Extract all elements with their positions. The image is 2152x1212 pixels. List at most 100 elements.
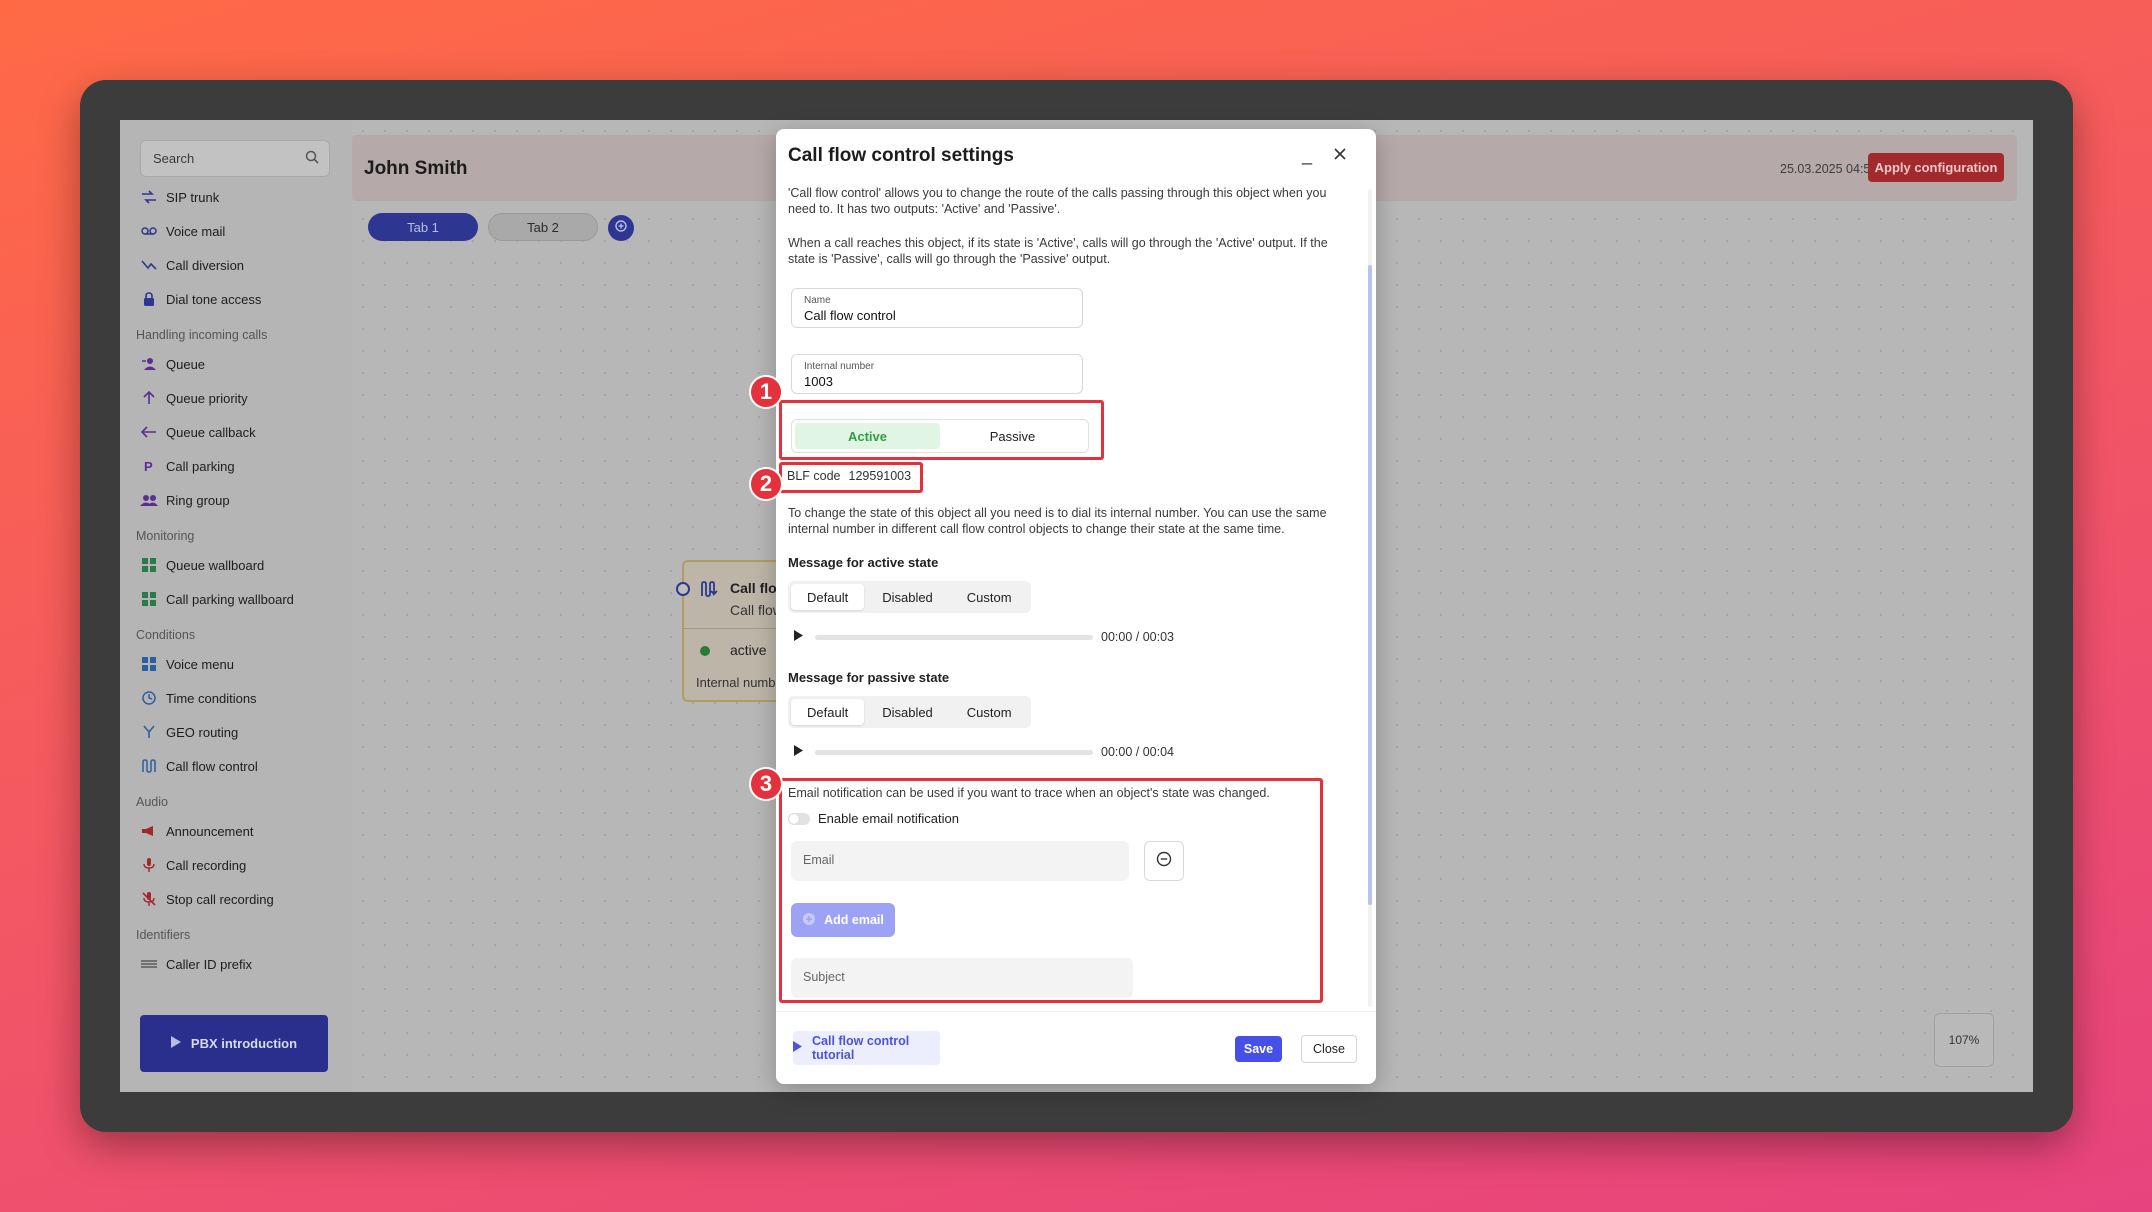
geo-routing-icon bbox=[136, 725, 162, 739]
node-status: active bbox=[730, 642, 767, 658]
sidebar-item[interactable]: Queue bbox=[136, 347, 346, 381]
node-input-port[interactable] bbox=[676, 582, 690, 596]
sidebar-item-label: Voice mail bbox=[166, 223, 226, 239]
play-icon bbox=[793, 1041, 802, 1055]
minimize-button[interactable]: _ bbox=[1302, 145, 1312, 166]
annotation-badge-3: 3 bbox=[749, 767, 783, 801]
queue-icon bbox=[136, 357, 162, 371]
state-active-option[interactable]: Active bbox=[795, 423, 940, 449]
sidebar-item[interactable]: P Call parking bbox=[136, 449, 346, 483]
sidebar-item[interactable]: Dial tone access bbox=[136, 282, 346, 316]
intro-text-1: 'Call flow control' allows you to change… bbox=[788, 186, 1327, 216]
add-tab-button[interactable] bbox=[608, 215, 634, 241]
email-notification-switch[interactable] bbox=[788, 812, 810, 825]
tab-1[interactable]: Tab 1 bbox=[368, 213, 478, 241]
blf-code: BLF code 129591003 bbox=[787, 469, 911, 483]
internal-number-label: Internal number bbox=[804, 361, 875, 372]
add-email-label: Add email bbox=[824, 913, 884, 927]
sidebar-item[interactable]: Voice menu bbox=[136, 647, 346, 681]
apply-configuration-button[interactable]: Apply configuration bbox=[1868, 153, 2004, 182]
zoom-level[interactable]: 107% bbox=[1934, 1013, 1994, 1067]
ring-group-icon bbox=[136, 494, 162, 506]
sidebar-item[interactable]: Stop call recording bbox=[136, 882, 346, 916]
close-icon[interactable] bbox=[1334, 147, 1346, 165]
save-button[interactable]: Save bbox=[1235, 1036, 1282, 1062]
play-icon bbox=[170, 1036, 181, 1051]
passive-audio-progress[interactable] bbox=[815, 749, 1093, 755]
microphone-off-icon bbox=[136, 892, 162, 906]
search-icon bbox=[305, 150, 319, 167]
passive-message-default[interactable]: Default bbox=[791, 699, 865, 725]
state-passive-option[interactable]: Passive bbox=[940, 423, 1085, 449]
call-diversion-icon bbox=[136, 259, 162, 271]
sidebar-item[interactable]: Queue callback bbox=[136, 415, 346, 449]
sidebar-item[interactable]: Caller ID prefix bbox=[136, 947, 346, 981]
sidebar-section-heading: Identifiers bbox=[136, 928, 191, 942]
sidebar-item[interactable]: Voice mail bbox=[136, 214, 346, 248]
sidebar-item-label: SIP trunk bbox=[166, 189, 220, 205]
tab-2[interactable]: Tab 2 bbox=[488, 213, 598, 241]
intro-text-2: When a call reaches this object, if its … bbox=[788, 236, 1328, 266]
active-message-custom[interactable]: Custom bbox=[951, 584, 1028, 610]
add-email-button[interactable]: Add email bbox=[791, 903, 895, 937]
sidebar-item[interactable]: Call flow control bbox=[136, 749, 346, 783]
sidebar-item-label: Queue callback bbox=[166, 424, 256, 440]
sidebar-section-heading: Conditions bbox=[136, 628, 196, 642]
arrow-up-icon bbox=[136, 391, 162, 405]
active-audio-progress[interactable] bbox=[815, 634, 1093, 640]
remove-email-button[interactable] bbox=[1144, 841, 1184, 881]
sidebar-section-heading: Handling incoming calls bbox=[136, 328, 268, 342]
sidebar-item[interactable]: Call recording bbox=[136, 848, 346, 882]
status-dot-icon bbox=[700, 646, 710, 656]
sidebar-item-label: Call parking bbox=[166, 458, 235, 474]
sidebar-item[interactable]: Announcement bbox=[136, 814, 346, 848]
sidebar-item[interactable]: DTMF prefix bbox=[136, 981, 346, 990]
sidebar-item[interactable]: Queue wallboard bbox=[136, 548, 346, 582]
sidebar-item-label: Stop call recording bbox=[166, 891, 274, 907]
sidebar-item-label: Call parking wallboard bbox=[166, 591, 294, 607]
play-icon[interactable] bbox=[794, 743, 803, 761]
name-field-value: Call flow control bbox=[804, 308, 896, 323]
active-audio-time: 00:00 / 00:03 bbox=[1101, 630, 1174, 644]
sidebar-item-label: Call recording bbox=[166, 857, 247, 873]
passive-audio-player: 00:00 / 00:04 bbox=[794, 742, 1174, 762]
email-toggle-row[interactable]: Enable email notification bbox=[788, 811, 959, 826]
plus-icon bbox=[615, 219, 627, 237]
wallboard-icon bbox=[136, 558, 162, 572]
sidebar-item[interactable]: Call parking wallboard bbox=[136, 582, 346, 616]
active-message-disabled[interactable]: Disabled bbox=[866, 584, 949, 610]
passive-message-custom[interactable]: Custom bbox=[951, 699, 1028, 725]
close-button[interactable]: Close bbox=[1301, 1035, 1357, 1063]
play-icon[interactable] bbox=[794, 628, 803, 646]
sidebar-item-label: Dial tone access bbox=[166, 291, 262, 307]
sidebar-item-label: Caller ID prefix bbox=[166, 956, 252, 972]
active-message-heading: Message for active state bbox=[788, 555, 939, 570]
sidebar-item[interactable]: Call diversion bbox=[136, 248, 346, 282]
microphone-icon bbox=[136, 858, 162, 872]
tutorial-button[interactable]: Call flow control tutorial bbox=[793, 1031, 940, 1065]
passive-message-selector: Default Disabled Custom bbox=[788, 696, 1031, 728]
prefix-icon bbox=[136, 959, 162, 969]
sidebar-item[interactable]: Queue priority bbox=[136, 381, 346, 415]
scrollbar-thumb[interactable] bbox=[1368, 265, 1372, 905]
internal-number-field[interactable]: Internal number 1003 bbox=[791, 354, 1083, 394]
sidebar-item[interactable]: SIP trunk bbox=[136, 180, 346, 214]
clock-icon bbox=[136, 691, 162, 705]
sidebar-item[interactable]: Ring group bbox=[136, 483, 346, 517]
email-input[interactable]: Email bbox=[791, 841, 1129, 881]
passive-message-disabled[interactable]: Disabled bbox=[866, 699, 949, 725]
search-input[interactable]: Search bbox=[140, 140, 330, 177]
sidebar-item-label: Call diversion bbox=[166, 257, 245, 273]
subject-input[interactable]: Subject bbox=[791, 958, 1133, 998]
name-field[interactable]: Name Call flow control bbox=[791, 288, 1083, 328]
node-number-label: Internal number bbox=[696, 675, 788, 690]
sidebar-item[interactable]: GEO routing bbox=[136, 715, 346, 749]
voice-menu-icon bbox=[136, 657, 162, 671]
plus-circle-icon bbox=[802, 912, 816, 929]
sidebar-item[interactable]: Time conditions bbox=[136, 681, 346, 715]
lock-icon bbox=[136, 292, 162, 306]
active-message-default[interactable]: Default bbox=[791, 584, 865, 610]
pbx-introduction-button[interactable]: PBX introduction bbox=[140, 1015, 328, 1072]
dialog-title: Call flow control settings bbox=[788, 145, 1014, 166]
current-datetime: 25.03.2025 04:55 bbox=[1780, 162, 1878, 176]
